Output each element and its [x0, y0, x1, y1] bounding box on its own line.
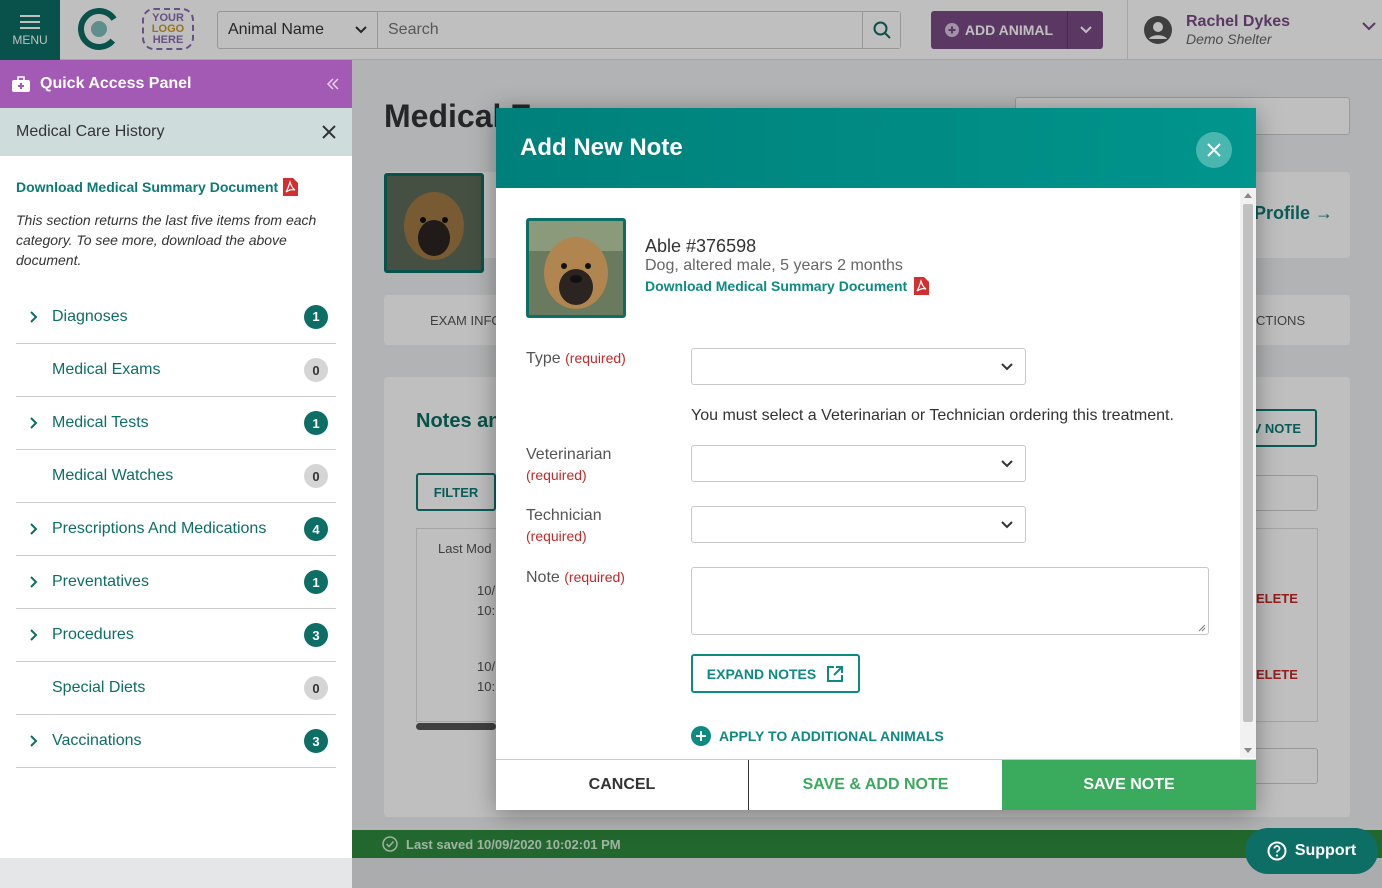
- count-badge: 3: [304, 729, 328, 753]
- category-list: Diagnoses 1 Medical Exams 0 Medical Test…: [16, 290, 336, 768]
- collapse-panel-icon[interactable]: [326, 78, 340, 90]
- animal-name: Able #376598: [645, 236, 757, 256]
- chevron-down-icon: [1001, 362, 1013, 370]
- count-badge: 0: [304, 358, 328, 382]
- chevron-right-icon: [30, 735, 38, 747]
- modal-close-button[interactable]: [1196, 132, 1232, 168]
- section-title: Medical Care History: [16, 123, 165, 140]
- external-link-icon: [827, 665, 844, 682]
- chevron-right-icon: [30, 523, 38, 535]
- apply-additional-animals-link[interactable]: APPLY TO ADDITIONAL ANIMALS: [691, 726, 944, 746]
- animal-description: Dog, altered male, 5 years 2 months: [645, 257, 903, 274]
- category-vaccinations[interactable]: Vaccinations 3: [16, 714, 336, 767]
- download-summary-link[interactable]: Download Medical Summary Document: [645, 277, 930, 295]
- required-indicator: (required): [565, 350, 626, 366]
- vet-requirement-hint: You must select a Veterinarian or Techni…: [691, 407, 1174, 424]
- category-procedures[interactable]: Procedures 3: [16, 608, 336, 661]
- close-icon[interactable]: [322, 125, 336, 139]
- download-summary-label: Download Medical Summary Document: [16, 179, 279, 195]
- technician-select[interactable]: [691, 506, 1026, 543]
- quick-access-title: Quick Access Panel: [40, 75, 192, 92]
- modal-title: Add New Note: [520, 134, 683, 161]
- plus-circle-icon: [691, 726, 711, 746]
- required-indicator: (required): [526, 528, 587, 544]
- category-preventatives[interactable]: Preventatives 1: [16, 555, 336, 608]
- category-label: Medical Tests: [52, 414, 149, 431]
- category-label: Prescriptions And Medications: [52, 520, 267, 537]
- support-label: Support: [1294, 842, 1357, 859]
- expand-notes-button[interactable]: EXPAND NOTES: [691, 654, 860, 693]
- chevron-right-icon: [30, 417, 38, 429]
- scroll-up-icon[interactable]: [1244, 192, 1252, 198]
- category-medical-tests[interactable]: Medical Tests 1: [16, 396, 336, 449]
- note-label-group: Note (required): [526, 567, 625, 588]
- medical-kit-icon: [12, 76, 30, 92]
- count-badge: 4: [304, 517, 328, 541]
- modal-header: Add New Note: [496, 108, 1256, 188]
- category-label: Special Diets: [52, 679, 146, 696]
- count-badge: 1: [304, 304, 328, 329]
- download-summary-link[interactable]: Download Medical Summary Document: [16, 178, 336, 196]
- category-diagnoses[interactable]: Diagnoses 1: [16, 290, 336, 343]
- modal-body: Able #376598 Dog, altered male, 5 years …: [496, 188, 1240, 758]
- category-label: Preventatives: [52, 573, 149, 590]
- quick-access-panel: Quick Access Panel Medical Care History …: [0, 60, 352, 858]
- category-label: Medical Watches: [52, 467, 174, 484]
- category-medical-watches: Medical Watches 0: [16, 449, 336, 502]
- pdf-icon: [283, 178, 299, 196]
- count-badge: 0: [304, 676, 328, 700]
- note-textarea[interactable]: [691, 567, 1209, 635]
- required-indicator: (required): [564, 569, 625, 585]
- download-summary-label: Download Medical Summary Document: [645, 278, 908, 294]
- technician-label-group: Technician (required): [526, 505, 602, 547]
- type-select[interactable]: [691, 348, 1026, 385]
- category-label: Medical Exams: [52, 361, 161, 378]
- category-medical-exams: Medical Exams 0: [16, 343, 336, 396]
- required-indicator: (required): [526, 467, 587, 483]
- scrollbar-thumb[interactable]: [1243, 204, 1253, 722]
- close-icon: [1207, 143, 1221, 157]
- count-badge: 3: [304, 623, 328, 647]
- category-special-diets: Special Diets 0: [16, 661, 336, 714]
- count-badge: 0: [304, 464, 328, 488]
- category-label: Procedures: [52, 626, 134, 643]
- save-and-add-note-button[interactable]: SAVE & ADD NOTE: [749, 760, 1002, 810]
- scroll-down-icon[interactable]: [1244, 748, 1252, 754]
- cancel-button[interactable]: CANCEL: [496, 760, 749, 810]
- chevron-right-icon: [30, 576, 38, 588]
- chevron-down-icon: [1001, 459, 1013, 467]
- type-label-group: Type (required): [526, 348, 626, 369]
- help-circle-icon: [1267, 841, 1287, 861]
- pdf-icon: [914, 277, 930, 295]
- veterinarian-label-group: Veterinarian (required): [526, 444, 611, 486]
- category-prescriptions-and-medications[interactable]: Prescriptions And Medications 4: [16, 502, 336, 555]
- chevron-down-icon: [1001, 520, 1013, 528]
- modal-footer: CANCEL SAVE & ADD NOTE SAVE NOTE: [496, 759, 1256, 810]
- add-note-modal: Add New Note Able #376598 Dog, altered m…: [496, 108, 1256, 810]
- topbar-overlay: [0, 0, 1382, 60]
- resize-handle-icon[interactable]: [1198, 624, 1206, 632]
- section-note: This section returns the last five items…: [16, 212, 317, 268]
- technician-label: Technician: [526, 507, 602, 524]
- medical-care-history-header: Medical Care History: [0, 108, 352, 156]
- count-badge: 1: [304, 411, 328, 435]
- modal-scrollbar[interactable]: [1240, 188, 1256, 758]
- type-label: Type: [526, 350, 561, 367]
- support-button[interactable]: Support: [1245, 828, 1378, 874]
- category-label: Diagnoses: [52, 307, 128, 325]
- count-badge: 1: [304, 570, 328, 594]
- expand-notes-label: EXPAND NOTES: [706, 665, 817, 682]
- animal-photo: [526, 218, 626, 318]
- chevron-right-icon: [30, 629, 38, 641]
- note-label: Note: [526, 569, 560, 586]
- veterinarian-label: Veterinarian: [526, 446, 612, 463]
- category-label: Vaccinations: [52, 732, 142, 749]
- apply-label: APPLY TO ADDITIONAL ANIMALS: [719, 728, 944, 744]
- chevron-right-icon: [30, 310, 38, 323]
- quick-access-header: Quick Access Panel: [0, 60, 352, 108]
- veterinarian-select[interactable]: [691, 445, 1026, 482]
- save-note-button[interactable]: SAVE NOTE: [1002, 760, 1256, 810]
